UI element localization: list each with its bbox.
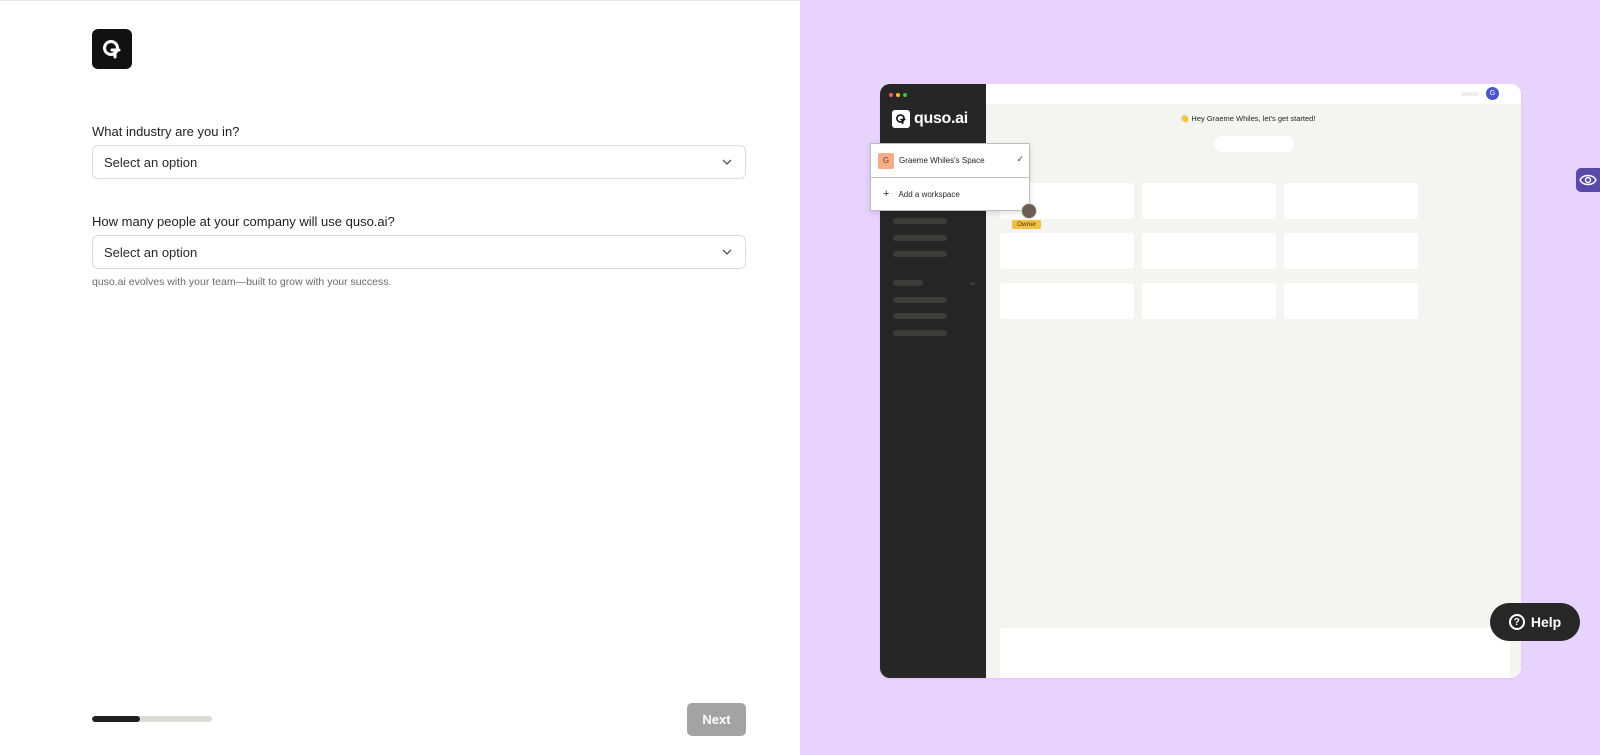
- preview-card: [1142, 233, 1276, 269]
- brand-name: quso.ai: [914, 110, 968, 127]
- preview-card: [1142, 283, 1276, 319]
- progress-bar: [92, 716, 212, 722]
- help-icon: ?: [1508, 614, 1525, 630]
- workspace-initial: G: [878, 152, 894, 169]
- industry-select[interactable]: Select an option: [92, 145, 746, 179]
- preview-card: [1284, 183, 1418, 219]
- skeleton-line: [1461, 92, 1479, 96]
- workspace-item: G Graeme Whiles's Space ✓: [871, 144, 1029, 178]
- industry-select-value: Select an option: [104, 154, 198, 170]
- help-label: Help: [1530, 614, 1562, 630]
- next-button[interactable]: Next: [687, 703, 746, 736]
- onboarding-form-panel: What industry are you in? Select an opti…: [0, 0, 800, 755]
- preview-card: [1142, 183, 1276, 219]
- accessibility-icon: [1579, 174, 1597, 186]
- preview-panel: quso.ai G 👋 Hey Graeme Whiles, let's get…: [800, 0, 1600, 755]
- skeleton-line: [893, 251, 947, 257]
- skeleton-line: [893, 235, 947, 241]
- preview-card: [1284, 233, 1418, 269]
- owner-avatar: [1021, 203, 1037, 219]
- brand-logo-icon: [892, 110, 910, 128]
- check-icon: ✓: [1016, 154, 1024, 164]
- skeleton-line: [893, 297, 947, 303]
- add-workspace-label: Add a workspace: [898, 189, 960, 199]
- preview-card: [1000, 283, 1134, 319]
- preview-brand: quso.ai: [892, 110, 968, 128]
- team-size-hint: quso.ai evolves with your team—built to …: [92, 276, 392, 288]
- plus-icon: +: [883, 188, 890, 200]
- progress-bar-fill: [92, 716, 140, 722]
- preview-greeting: 👋 Hey Graeme Whiles, let's get started!: [1180, 114, 1316, 123]
- chevron-down-icon: [722, 249, 732, 255]
- workspace-name: Graeme Whiles's Space: [899, 156, 985, 165]
- chevron-down-icon: [722, 159, 732, 165]
- preview-skeleton-button: [1214, 136, 1294, 152]
- skeleton-line: [893, 330, 947, 336]
- owner-badge: Owner: [1012, 220, 1042, 229]
- preview-card: [1284, 283, 1418, 319]
- preview-avatar: G: [1486, 87, 1499, 100]
- team-size-select[interactable]: Select an option: [92, 235, 746, 269]
- team-size-select-value: Select an option: [104, 244, 198, 260]
- workspace-popover: G Graeme Whiles's Space ✓ + Add a worksp…: [870, 143, 1030, 211]
- preview-topbar: G: [986, 84, 1521, 104]
- skeleton-line: [893, 218, 947, 224]
- window-controls: [889, 93, 907, 97]
- app-logo-icon[interactable]: [92, 29, 132, 69]
- skeleton-line: [893, 280, 923, 286]
- help-button[interactable]: ? Help: [1490, 603, 1580, 641]
- preview-card: [1000, 233, 1134, 269]
- chevron-down-icon: [969, 282, 976, 286]
- preview-bottom-panel: [1000, 628, 1510, 678]
- accessibility-tab[interactable]: [1576, 168, 1600, 192]
- skeleton-line: [893, 313, 947, 319]
- add-workspace-item: + Add a workspace: [871, 178, 1029, 210]
- industry-label: What industry are you in?: [92, 124, 240, 139]
- team-size-label: How many people at your company will use…: [92, 214, 395, 229]
